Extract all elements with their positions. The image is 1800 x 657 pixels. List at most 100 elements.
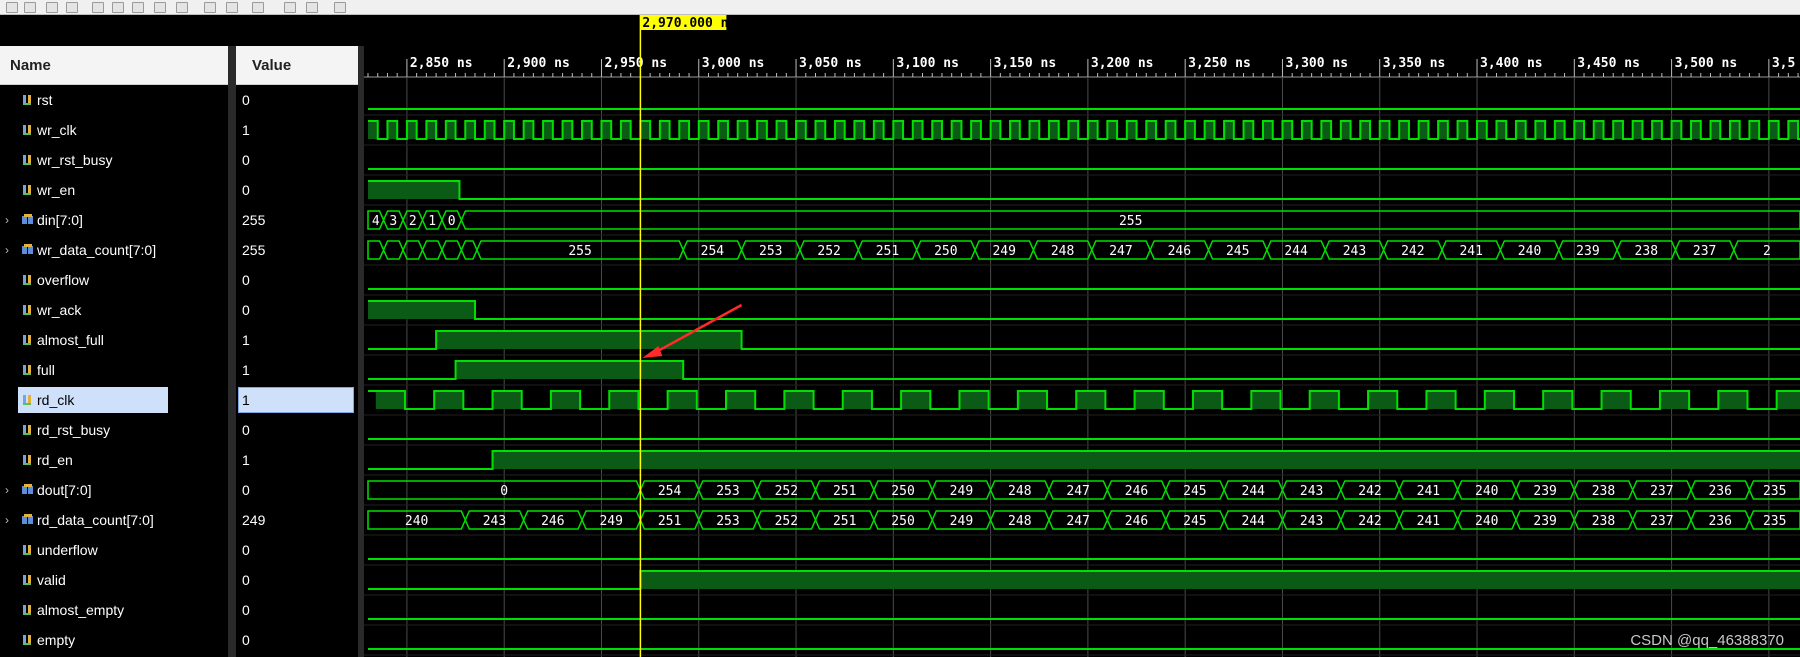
- signal-row[interactable]: wr_rst_busy 0: [0, 145, 362, 175]
- signal-row[interactable]: almost_full 1: [0, 325, 362, 355]
- bus-value-label: 241: [1459, 244, 1482, 259]
- clock-trace: [368, 120, 1800, 140]
- clock-high-fill: [1301, 121, 1312, 139]
- signal-row[interactable]: › wr_data_count[7:0] 255: [0, 235, 362, 265]
- toolbar-tool-icon[interactable]: [306, 2, 318, 13]
- bus-value-label: 236: [1708, 484, 1731, 499]
- clock-high-fill: [776, 121, 787, 139]
- clock-high-fill: [492, 391, 522, 409]
- value-column-header[interactable]: Value: [236, 46, 359, 85]
- signal-row[interactable]: rst 0: [0, 85, 362, 115]
- bit-high-fill: [436, 331, 742, 349]
- signal-row[interactable]: rd_rst_busy 0: [0, 415, 362, 445]
- bus-value-label: 248: [1008, 514, 1031, 529]
- signal-value: 0: [242, 302, 250, 318]
- signal-name: dout[7:0]: [37, 482, 92, 498]
- time-tick-label: 3,050 ns: [799, 56, 862, 71]
- bus-value-label: 240: [1475, 484, 1498, 499]
- toolbar-tool-icon[interactable]: [252, 2, 264, 13]
- expand-chevron-icon[interactable]: ›: [5, 483, 15, 497]
- time-tick-label: 2,850 ns: [410, 56, 473, 71]
- bus-value-label: 239: [1533, 484, 1556, 499]
- time-tick-label: 3,400 ns: [1480, 56, 1543, 71]
- clock-high-fill: [951, 121, 962, 139]
- bus-value-label: 244: [1242, 484, 1266, 499]
- signal-row[interactable]: › din[7:0] 255: [0, 205, 362, 235]
- signal-name: almost_empty: [37, 602, 125, 618]
- bit-signal-icon: [23, 335, 31, 345]
- signal-name: rd_clk: [37, 392, 75, 408]
- bus-value-label: 250: [891, 484, 914, 499]
- signal-row[interactable]: valid 0: [0, 565, 362, 595]
- toolbar-tool-icon[interactable]: [226, 2, 238, 13]
- clock-high-fill: [1776, 391, 1800, 409]
- signal-row[interactable]: almost_empty 0: [0, 595, 362, 625]
- toolbar-tool-icon[interactable]: [24, 2, 36, 13]
- clock-high-fill: [842, 391, 872, 409]
- name-column-header[interactable]: Name: [0, 46, 228, 85]
- signal-row[interactable]: rd_en 1: [0, 445, 362, 475]
- signal-row[interactable]: full 1: [0, 355, 362, 385]
- time-tick-label: 3,250 ns: [1188, 56, 1251, 71]
- bus-value-label: 252: [775, 484, 798, 499]
- signal-value: 0: [242, 632, 250, 648]
- signal-row[interactable]: empty 0: [0, 625, 362, 655]
- clock-high-fill: [543, 121, 553, 139]
- clock-high-fill: [406, 121, 417, 139]
- toolbar-tool-icon[interactable]: [46, 2, 58, 13]
- bus-value-label: 251: [876, 244, 899, 259]
- bit-signal-icon: [23, 635, 31, 645]
- clock-high-fill: [1613, 121, 1623, 139]
- bit-high-fill: [368, 301, 476, 319]
- time-tick-label: 3,300 ns: [1285, 56, 1348, 71]
- signal-row[interactable]: overflow 0: [0, 265, 362, 295]
- clock-high-fill: [426, 121, 437, 139]
- signal-row[interactable]: wr_en 0: [0, 175, 362, 205]
- signal-name: wr_rst_busy: [37, 152, 113, 168]
- expand-chevron-icon[interactable]: ›: [5, 513, 15, 527]
- clock-high-fill: [784, 391, 814, 409]
- signal-row[interactable]: wr_clk 1: [0, 115, 362, 145]
- signal-row[interactable]: › rd_data_count[7:0] 249: [0, 505, 362, 535]
- clock-high-fill: [1418, 121, 1429, 139]
- bus-value-label: 243: [1300, 484, 1323, 499]
- expand-chevron-icon[interactable]: ›: [5, 213, 15, 227]
- bus-signal-icon: [22, 514, 33, 524]
- signal-value: 0: [242, 422, 250, 438]
- toolbar-tool-icon[interactable]: [204, 2, 216, 13]
- toolbar-tool-icon[interactable]: [334, 2, 346, 13]
- clock-high-fill: [873, 121, 884, 139]
- clock-high-fill: [1457, 121, 1468, 139]
- clock-high-fill: [1146, 121, 1156, 139]
- bus-signal-icon: [22, 484, 33, 494]
- toolbar-tool-icon[interactable]: [6, 2, 18, 13]
- bus-value-label: 3: [389, 214, 397, 229]
- toolbar-tool-icon[interactable]: [66, 2, 78, 13]
- expand-chevron-icon[interactable]: ›: [5, 243, 15, 257]
- bit-signal-icon: [23, 545, 31, 555]
- bus-value-label: 238: [1635, 244, 1658, 259]
- signal-row[interactable]: wr_ack 0: [0, 295, 362, 325]
- bus-value-label: 0: [448, 214, 456, 229]
- toolbar-tool-icon[interactable]: [112, 2, 124, 13]
- watermark: CSDN @qq_46388370: [1630, 632, 1784, 649]
- waveform-viewer[interactable]: 2,850 ns 2,900 ns 2,950 ns 3,000 ns 3,050 ns…: [364, 15, 1800, 657]
- signal-row[interactable]: › dout[7:0] 0: [0, 475, 362, 505]
- signal-name: valid: [37, 572, 66, 588]
- toolbar-tool-icon[interactable]: [132, 2, 144, 13]
- signal-row[interactable]: rd_clk 1: [0, 385, 362, 415]
- toolbar-tool-icon[interactable]: [154, 2, 166, 13]
- bus-value-label: 235: [1763, 484, 1786, 499]
- waveform-canvas[interactable]: 2,850 ns 2,900 ns 2,950 ns 3,000 ns 3,050 ns…: [364, 15, 1800, 657]
- clock-high-fill: [1321, 121, 1332, 139]
- toolbar-tool-icon[interactable]: [284, 2, 296, 13]
- bus-value-label: 240: [1518, 244, 1541, 259]
- signal-row[interactable]: underflow 0: [0, 535, 362, 565]
- toolbar-tool-icon[interactable]: [176, 2, 188, 13]
- toolbar-tool-icon[interactable]: [92, 2, 104, 13]
- time-tick-label: 3,5: [1772, 56, 1795, 71]
- bus-value-label: 244: [1242, 514, 1266, 529]
- bus-value-label: 242: [1358, 484, 1381, 499]
- clock-high-fill: [504, 121, 514, 139]
- clock-high-fill: [912, 121, 923, 139]
